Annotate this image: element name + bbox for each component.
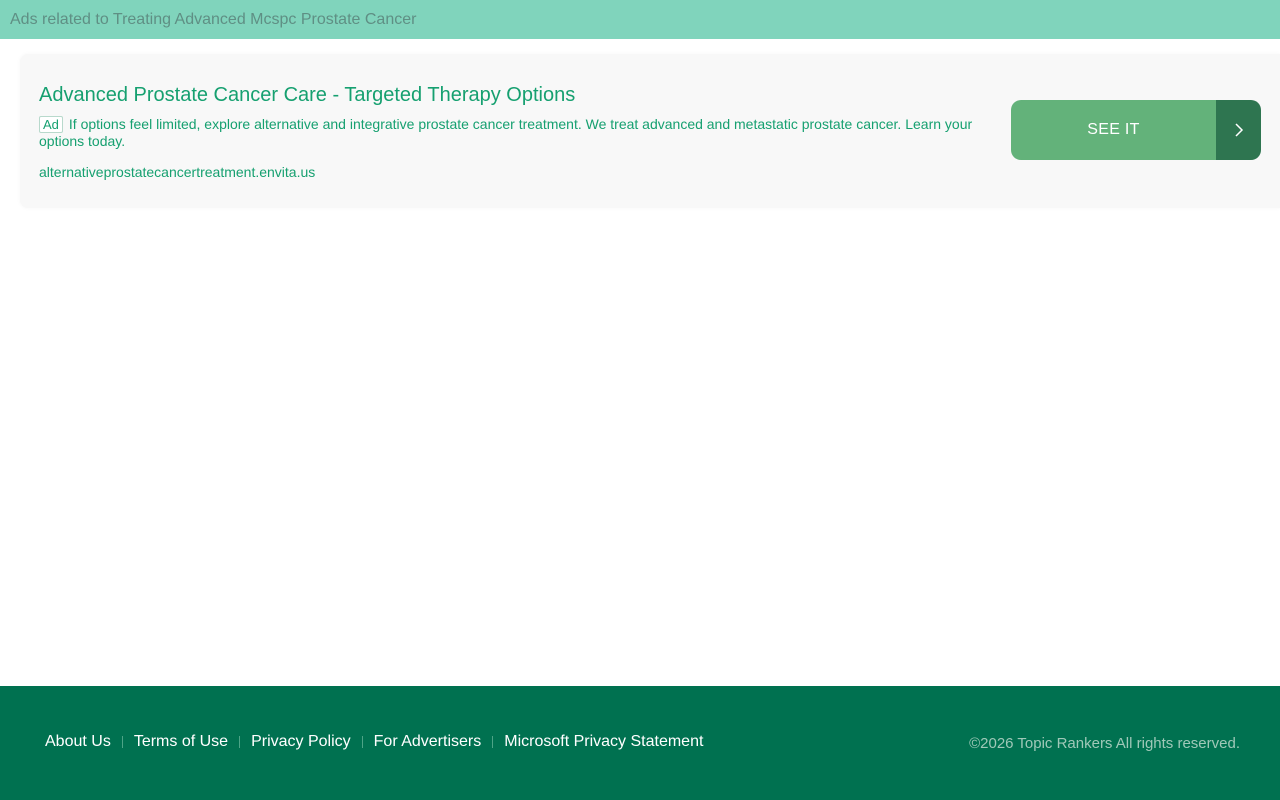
header-bar: Ads related to Treating Advanced Mcspc P… xyxy=(0,0,1280,39)
ad-description: Ad If options feel limited, explore alter… xyxy=(39,116,989,150)
ad-card[interactable]: Advanced Prostate Cancer Care - Targeted… xyxy=(20,54,1280,208)
footer-link-about-us[interactable]: About Us xyxy=(45,733,111,751)
footer-link-privacy-policy[interactable]: Privacy Policy xyxy=(251,733,351,751)
footer-link-terms-of-use[interactable]: Terms of Use xyxy=(134,733,228,751)
ad-badge: Ad xyxy=(39,116,63,133)
footer-separator xyxy=(361,736,363,748)
footer: About Us Terms of Use Privacy Policy For… xyxy=(0,686,1280,800)
footer-separator xyxy=(121,736,123,748)
footer-separator xyxy=(239,736,241,748)
footer-link-microsoft-privacy[interactable]: Microsoft Privacy Statement xyxy=(504,733,703,751)
see-it-arrow[interactable] xyxy=(1216,100,1261,160)
ad-title-link[interactable]: Advanced Prostate Cancer Care - Targeted… xyxy=(39,84,575,107)
footer-links: About Us Terms of Use Privacy Policy For… xyxy=(45,733,703,751)
ads-related-heading: Ads related to Treating Advanced Mcspc P… xyxy=(10,10,417,28)
footer-link-for-advertisers[interactable]: For Advertisers xyxy=(374,733,482,751)
see-it-button[interactable]: SEE IT xyxy=(1011,100,1261,160)
ad-description-text: If options feel limited, explore alterna… xyxy=(39,116,973,149)
footer-separator xyxy=(492,736,494,748)
copyright-text: ©2026 Topic Rankers All rights reserved. xyxy=(969,735,1240,752)
chevron-right-icon xyxy=(1234,123,1243,137)
see-it-label[interactable]: SEE IT xyxy=(1011,100,1216,160)
ad-display-url[interactable]: alternativeprostatecancertreatment.envit… xyxy=(39,164,315,180)
